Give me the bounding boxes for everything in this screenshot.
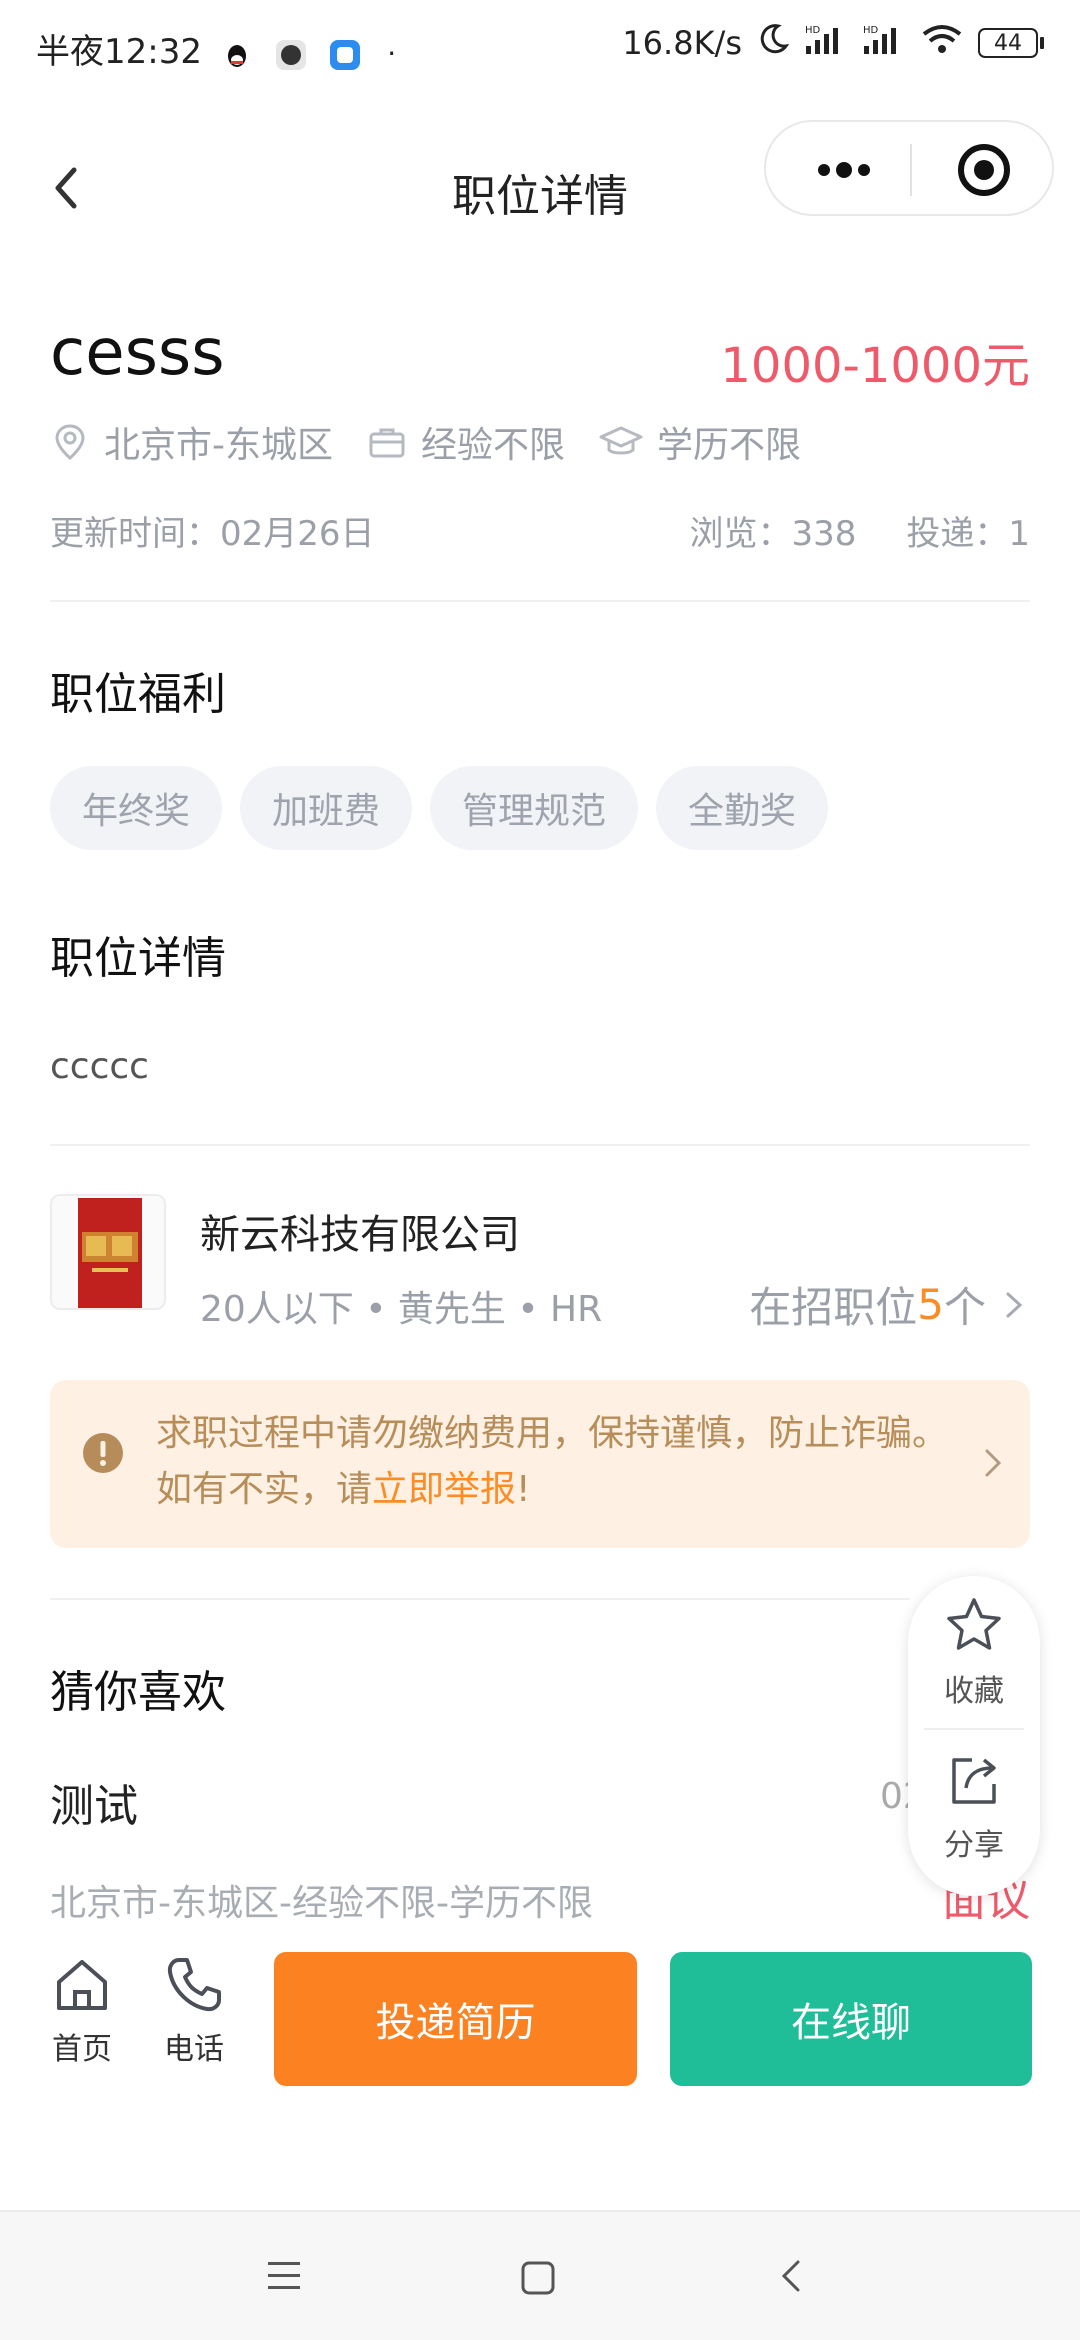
divider	[50, 600, 1030, 602]
back-nav-button[interactable]	[772, 2256, 812, 2300]
battery-icon: 44	[978, 28, 1044, 58]
applies-count: 投递：1	[906, 514, 1030, 554]
svg-text:HD: HD	[805, 25, 821, 36]
warning-line-2: 如有不实，请立即举报!	[156, 1462, 948, 1518]
benefit-tag: 加班费	[240, 766, 413, 850]
system-navigation-bar	[0, 2210, 1080, 2340]
benefits-title: 职位福利	[50, 669, 226, 720]
benefit-tag: 全勤奖	[656, 766, 829, 850]
education-item: 学历不限	[599, 416, 801, 468]
report-link[interactable]: 立即举报	[372, 1469, 516, 1510]
home-nav-button[interactable]	[518, 2258, 558, 2302]
home-icon	[57, 1960, 107, 2010]
company-info: 20人以下 • 黄先生 • HR	[200, 1289, 603, 1330]
chevron-right-icon	[1006, 1292, 1023, 1317]
warning-text: 求职过程中请勿缴纳费用，保持谨慎，防止诈骗。 如有不实，请立即举报!	[156, 1406, 948, 1518]
company-name[interactable]: 新云科技有限公司	[200, 1202, 520, 1260]
wifi-icon	[920, 22, 964, 64]
share-icon	[952, 1758, 996, 1804]
more-dots-icon	[818, 162, 870, 178]
close-miniprogram-button[interactable]	[956, 142, 1012, 198]
phone-button[interactable]: 电话	[152, 1954, 236, 2068]
favorite-label: 收藏	[944, 1674, 1004, 1709]
menu-nav-button[interactable]	[264, 2258, 304, 2298]
divider	[50, 1144, 1030, 1146]
company-jobs-prefix: 在招职位	[749, 1283, 918, 1332]
divider	[50, 1598, 910, 1600]
signal-icon-2: HD	[862, 22, 906, 64]
location-text: 北京市-东城区	[104, 425, 333, 466]
net-speed: 16.8K/s	[622, 24, 742, 62]
status-time-text: 半夜12:32	[36, 32, 202, 72]
share-button[interactable]: 分享	[908, 1748, 1040, 1864]
online-chat-button[interactable]: 在线聊	[670, 1952, 1032, 2086]
briefcase-icon	[369, 428, 405, 458]
status-time: 半夜12:32 ·	[36, 24, 396, 73]
details-title: 职位详情	[50, 933, 226, 984]
svg-text:HD: HD	[863, 25, 879, 36]
job-salary: 1000-1000元	[720, 338, 1030, 394]
job-title: cesss	[50, 316, 225, 390]
warning-line-2-prefix: 如有不实，请	[156, 1469, 373, 1510]
company-jobs-count: 5	[917, 1280, 944, 1329]
views-count: 浏览：338	[689, 514, 857, 554]
moon-icon	[756, 22, 790, 64]
job-meta-row: 北京市-东城区 经验不限 学历不限	[50, 416, 835, 468]
company-logo[interactable]	[50, 1194, 166, 1310]
fraud-warning[interactable]: 求职过程中请勿缴纳费用，保持谨慎，防止诈骗。 如有不实，请立即举报!	[50, 1380, 1030, 1548]
status-dot: ·	[387, 37, 397, 70]
home-label: 首页	[52, 2032, 112, 2067]
signal-icon: HD	[804, 22, 848, 64]
alert-icon	[83, 1433, 123, 1473]
phone-label: 电话	[164, 2032, 224, 2067]
benefit-tag: 管理规范	[430, 766, 639, 850]
more-button[interactable]	[804, 144, 884, 196]
details-text: ccccc	[50, 1046, 149, 1087]
share-label: 分享	[944, 1828, 1004, 1863]
status-bar: 半夜12:32 · 16.8K/s HD HD 44	[0, 0, 1080, 96]
guess-item-title[interactable]: 测试	[50, 1770, 138, 1834]
capsule-divider	[910, 144, 912, 196]
benefit-tag: 年终奖	[50, 766, 223, 850]
warning-line-2-suffix: !	[516, 1469, 531, 1510]
apply-resume-button[interactable]: 投递简历	[274, 1952, 637, 2086]
favorite-button[interactable]: 收藏	[908, 1594, 1040, 1710]
warning-line-1: 求职过程中请勿缴纳费用，保持谨慎，防止诈骗。	[156, 1413, 949, 1454]
clock-app-icon	[275, 39, 306, 70]
company-logo-image	[52, 1196, 164, 1308]
browser-app-icon	[330, 39, 361, 70]
location-item: 北京市-东城区	[50, 416, 333, 468]
education-text: 学历不限	[657, 425, 802, 466]
location-pin-icon	[55, 424, 85, 460]
experience-item: 经验不限	[367, 416, 565, 468]
float-separator	[924, 1728, 1024, 1730]
menu-icon	[268, 2262, 300, 2289]
job-stats: 浏览：338 投递：1	[689, 506, 1030, 555]
guess-item-meta: 北京市-东城区-经验不限-学历不限	[50, 1883, 593, 1924]
company-jobs-link[interactable]: 在招职位 5 个	[749, 1274, 1030, 1335]
target-icon	[958, 144, 1010, 196]
miniprogram-capsule	[764, 120, 1054, 216]
experience-text: 经验不限	[421, 425, 566, 466]
phone-icon	[167, 1958, 221, 2012]
benefit-tags: 年终奖 加班费 管理规范 全勤奖	[50, 766, 829, 850]
qq-icon	[223, 40, 251, 68]
star-icon	[947, 1598, 1001, 1650]
battery-level: 44	[978, 28, 1038, 58]
home-button[interactable]: 首页	[40, 1954, 124, 2068]
status-right: 16.8K/s HD HD 44	[622, 22, 1044, 64]
chevron-left-icon	[781, 2260, 800, 2292]
floating-actions: 收藏 分享	[908, 1576, 1040, 1896]
guess-title: 猜你喜欢	[50, 1667, 226, 1718]
update-time: 更新时间：02月26日	[50, 514, 375, 554]
square-icon	[521, 2261, 555, 2295]
company-jobs-suffix: 个	[943, 1283, 986, 1332]
chevron-right-icon	[985, 1449, 1002, 1477]
graduation-cap-icon	[599, 426, 643, 455]
